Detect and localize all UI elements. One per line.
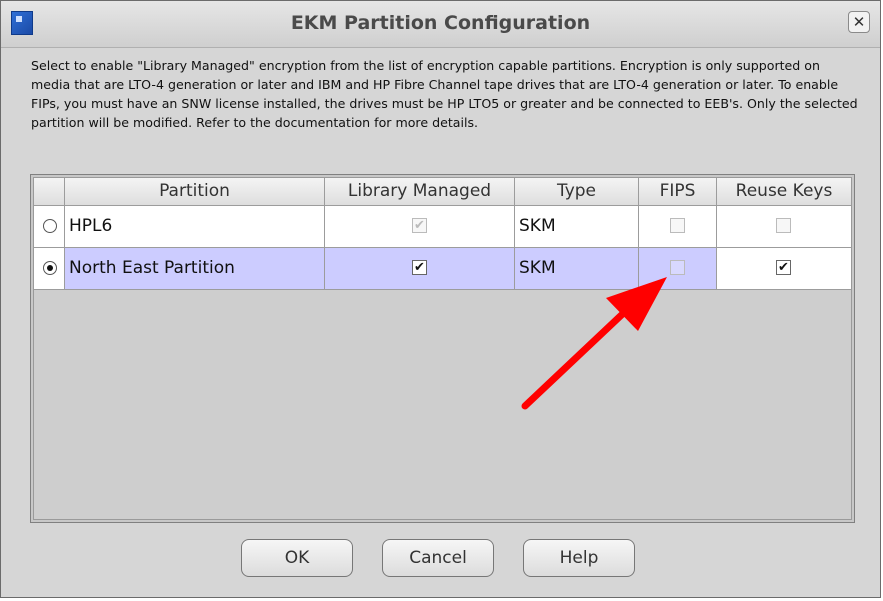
red-arrow-annotation <box>521 277 667 410</box>
ekm-dialog: EKM Partition Configuration ✕ Select to … <box>0 0 881 598</box>
